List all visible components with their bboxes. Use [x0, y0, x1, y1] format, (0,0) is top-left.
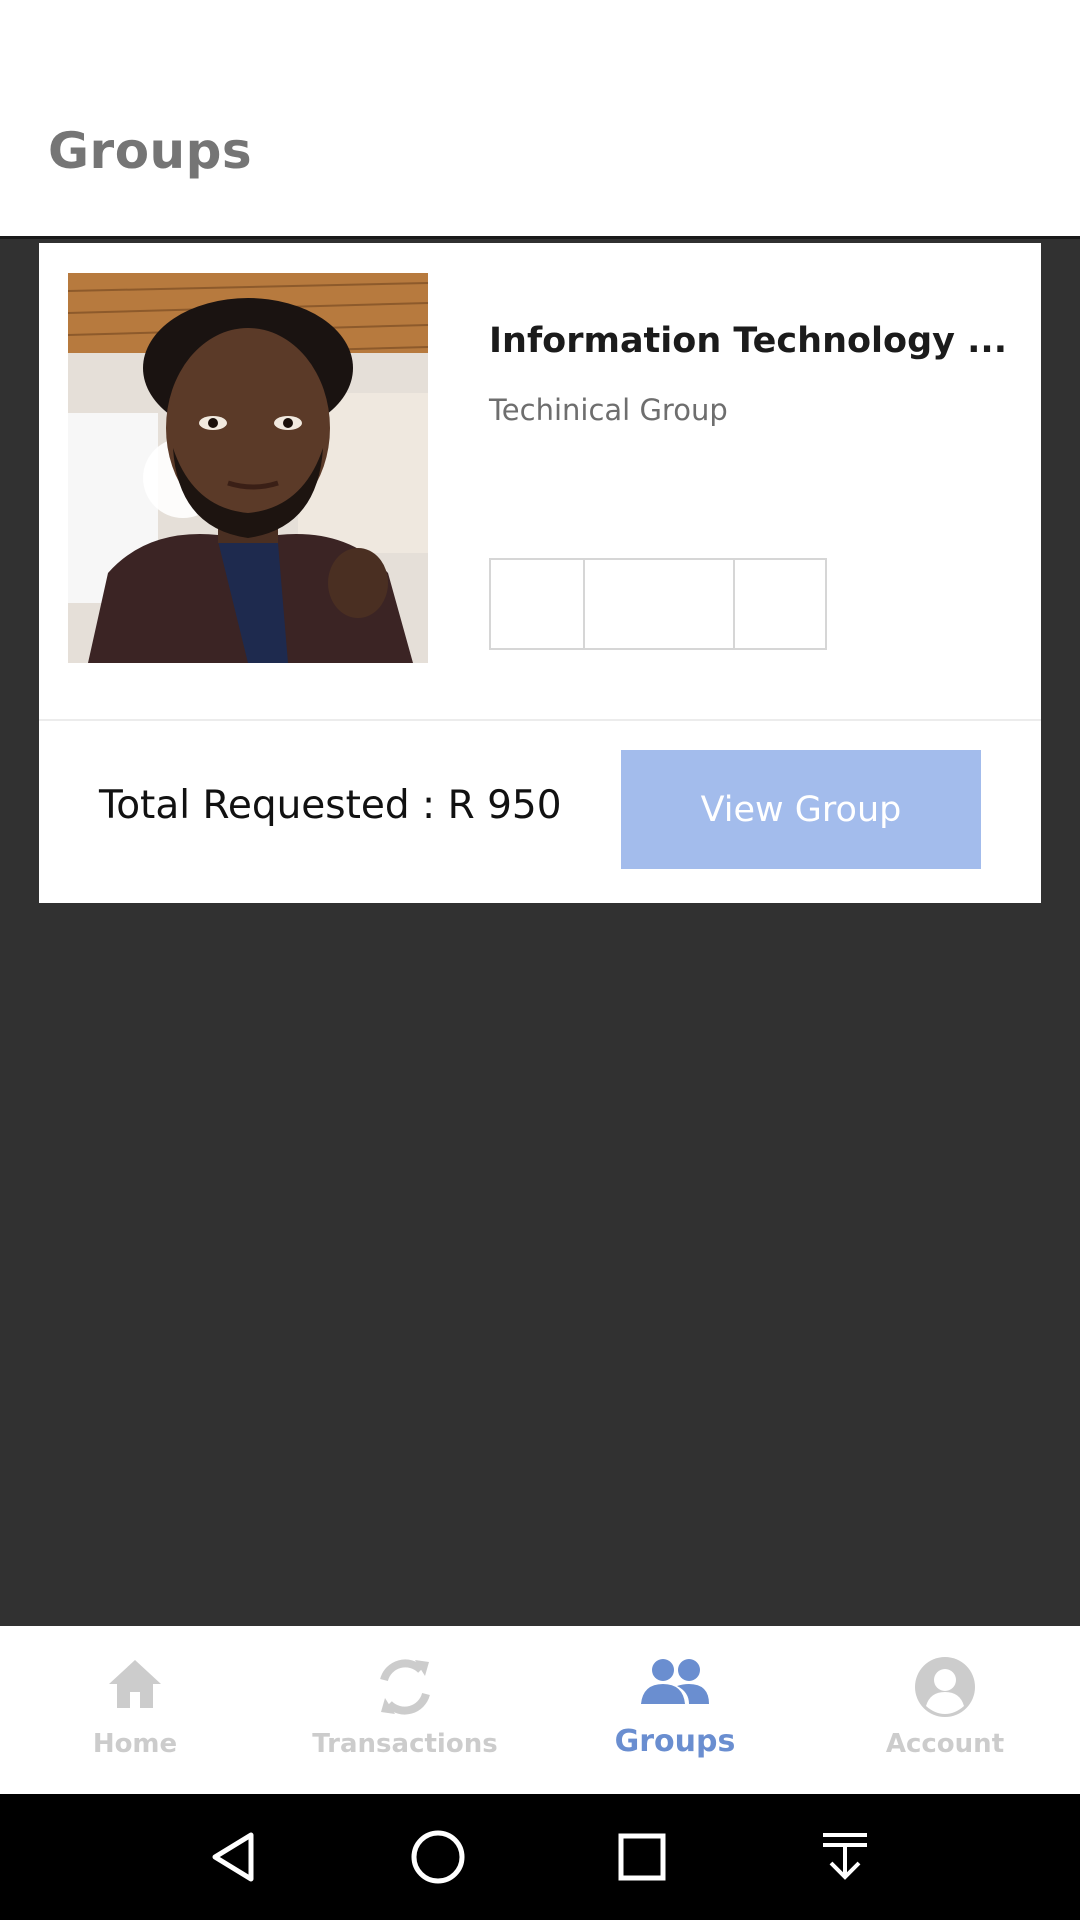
nav-label-home: Home: [92, 1729, 178, 1759]
nav-label-transactions: Transactions: [312, 1729, 498, 1759]
app-header: Groups: [0, 0, 1080, 239]
account-icon: [915, 1657, 975, 1717]
recents-icon[interactable]: [612, 1827, 672, 1887]
home-circle-icon[interactable]: [408, 1827, 468, 1887]
member-avatars-row: [489, 558, 827, 650]
group-card[interactable]: Information Technology ... Techinical Gr…: [39, 243, 1041, 903]
notification-pull-icon[interactable]: [815, 1827, 875, 1887]
nav-label-account: Account: [885, 1729, 1005, 1759]
avatar-photo: [68, 273, 428, 663]
nav-item-groups[interactable]: Groups: [540, 1626, 810, 1794]
bottom-navigation: Home Transactions Groups Account: [0, 1626, 1080, 1794]
total-requested-text: Total Requested : R 950: [99, 783, 562, 828]
back-icon[interactable]: [203, 1827, 263, 1887]
card-divider: [39, 719, 1041, 721]
groups-icon: [641, 1659, 709, 1704]
system-navigation-bar: [0, 1794, 1080, 1920]
view-group-button[interactable]: View Group: [621, 750, 981, 869]
home-icon: [109, 1660, 161, 1708]
nav-item-home[interactable]: Home: [0, 1626, 270, 1794]
member-slot: [585, 560, 735, 648]
nav-item-account[interactable]: Account: [810, 1626, 1080, 1794]
nav-label-groups: Groups: [614, 1724, 736, 1759]
group-type: Techinical Group: [489, 393, 728, 427]
member-slot: [735, 560, 825, 648]
group-avatar: [68, 273, 428, 663]
page-title: Groups: [48, 122, 253, 180]
member-slot: [491, 560, 585, 648]
groups-screen: Groups Information Technology ... Techin…: [0, 0, 1080, 1920]
group-name: Information Technology ...: [489, 321, 1008, 361]
nav-item-transactions[interactable]: Transactions: [270, 1626, 540, 1794]
refresh-icon: [380, 1659, 430, 1715]
